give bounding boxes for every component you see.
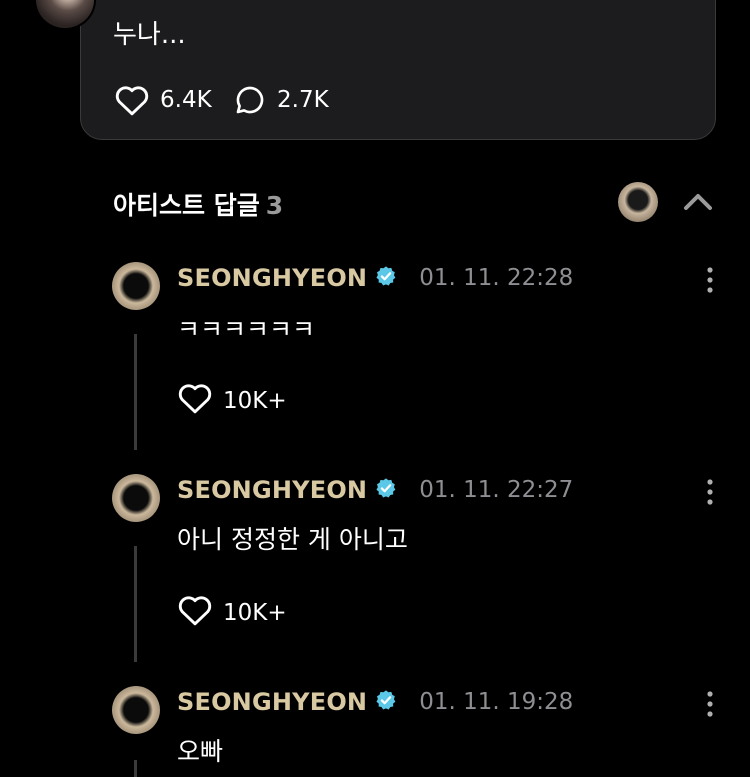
post-like-count: 6.4K — [160, 87, 212, 113]
comment-bubble-icon — [233, 84, 267, 116]
thread-line — [134, 546, 137, 662]
verified-badge-icon — [375, 477, 397, 503]
reply-more-button[interactable] — [700, 266, 720, 298]
reply-text: ㅋㅋㅋㅋㅋㅋ — [177, 315, 316, 344]
chevron-up-icon — [682, 194, 714, 216]
more-vertical-icon — [700, 691, 720, 722]
verified-badge-icon — [375, 265, 397, 291]
reply-avatar[interactable] — [112, 262, 160, 310]
reply-like-button[interactable]: 10K+ — [177, 382, 287, 420]
reply-like-count: 10K+ — [223, 388, 287, 414]
post-comment-count: 2.7K — [277, 87, 329, 113]
reply-like-count: 10K+ — [223, 600, 287, 626]
reply-avatar[interactable] — [112, 474, 160, 522]
artist-replies-title: 아티스트 답글 — [113, 191, 260, 220]
artist-replies-header: 아티스트 답글 3 — [113, 186, 283, 222]
reply-author[interactable]: SEONGHYEON — [177, 264, 367, 292]
reply-author[interactable]: SEONGHYEON — [177, 688, 367, 716]
more-vertical-icon — [700, 479, 720, 510]
more-vertical-icon — [700, 267, 720, 298]
reply-header: SEONGHYEON 01. 11. 19:28 — [177, 688, 573, 716]
verified-badge-icon — [375, 689, 397, 715]
reply-like-button[interactable]: 10K+ — [177, 594, 287, 632]
heart-icon — [177, 594, 213, 632]
artist-replies-count: 3 — [265, 191, 284, 220]
heart-icon — [114, 84, 150, 116]
post-like-button[interactable]: 6.4K — [114, 84, 212, 116]
reply-header: SEONGHYEON 01. 11. 22:28 — [177, 264, 573, 292]
artist-avatar[interactable] — [618, 182, 658, 222]
reply-timestamp: 01. 11. 19:28 — [419, 689, 574, 715]
reply-text: 아니 정정한 게 아니고 — [177, 525, 408, 554]
thread-line — [134, 334, 137, 450]
thread-line — [134, 760, 137, 777]
reply-more-button[interactable] — [700, 478, 720, 510]
reply-header: SEONGHYEON 01. 11. 22:27 — [177, 476, 573, 504]
reply-more-button[interactable] — [700, 690, 720, 722]
post-comment-button[interactable]: 2.7K — [233, 84, 329, 116]
heart-icon — [177, 382, 213, 420]
reply-text: 오빠 — [177, 737, 224, 766]
reply-timestamp: 01. 11. 22:27 — [419, 477, 574, 503]
collapse-replies-button[interactable] — [682, 190, 714, 216]
reply-author[interactable]: SEONGHYEON — [177, 476, 367, 504]
reply-avatar[interactable] — [112, 686, 160, 734]
post-text: 누나... — [113, 20, 186, 50]
reply-timestamp: 01. 11. 22:28 — [419, 265, 574, 291]
